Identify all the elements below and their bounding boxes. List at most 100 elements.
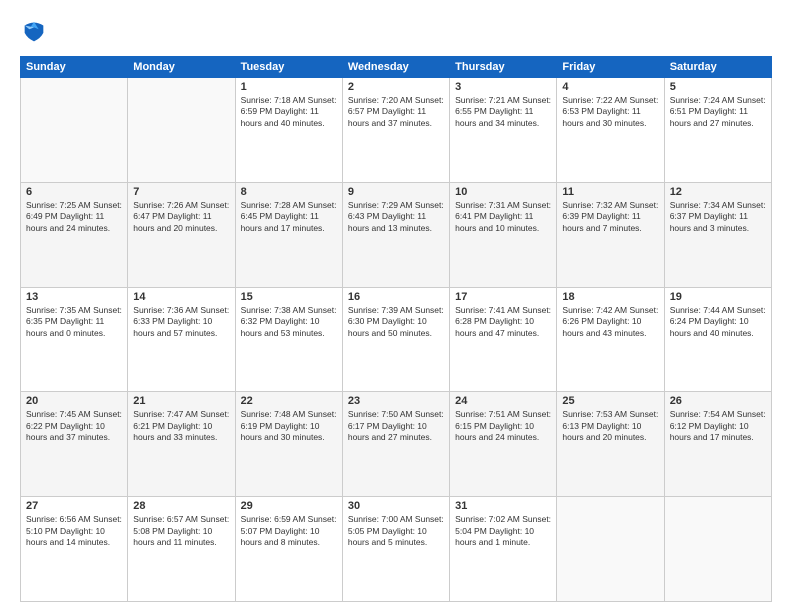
weekday-header-saturday: Saturday bbox=[664, 57, 771, 78]
calendar-week-5: 27 Sunrise: 6:56 AM Sunset: 5:10 PM Dayli… bbox=[21, 497, 772, 602]
day-info: Sunrise: 7:02 AM Sunset: 5:04 PM Dayligh… bbox=[455, 514, 551, 548]
day-number: 29 bbox=[241, 500, 337, 512]
calendar-cell: 8Sunrise: 7:28 AM Sunset: 6:45 PM Daylig… bbox=[235, 182, 342, 287]
calendar-cell: 15 Sunrise: 7:38 AM Sunset: 6:32 PM Dayli… bbox=[235, 287, 342, 392]
day-info: Sunrise: 7:36 AM Sunset: 6:33 PM Dayligh… bbox=[133, 305, 229, 339]
day-info: Sunrise: 7:24 AM Sunset: 6:51 PM Dayligh… bbox=[670, 95, 766, 129]
day-info: Sunrise: 7:54 AM Sunset: 6:12 PM Dayligh… bbox=[670, 409, 766, 443]
calendar-cell: 3Sunrise: 7:21 AM Sunset: 6:55 PM Daylig… bbox=[450, 78, 557, 183]
day-info: Sunrise: 7:25 AM Sunset: 6:49 PM Dayligh… bbox=[26, 200, 122, 234]
day-number: 10 bbox=[455, 186, 551, 198]
day-info: Sunrise: 7:53 AM Sunset: 6:13 PM Dayligh… bbox=[562, 409, 658, 443]
day-info: Sunrise: 7:48 AM Sunset: 6:19 PM Dayligh… bbox=[241, 409, 337, 443]
day-info: Sunrise: 7:26 AM Sunset: 6:47 PM Dayligh… bbox=[133, 200, 229, 234]
day-info: Sunrise: 7:22 AM Sunset: 6:53 PM Dayligh… bbox=[562, 95, 658, 129]
calendar-cell: 7 Sunrise: 7:26 AM Sunset: 6:47 PM Daylig… bbox=[128, 182, 235, 287]
day-info: Sunrise: 7:41 AM Sunset: 6:28 PM Dayligh… bbox=[455, 305, 551, 339]
calendar-cell: 30Sunrise: 7:00 AM Sunset: 5:05 PM Dayli… bbox=[342, 497, 449, 602]
calendar-cell: 4 Sunrise: 7:22 AM Sunset: 6:53 PM Daylig… bbox=[557, 78, 664, 183]
day-number: 15 bbox=[241, 291, 337, 303]
logo-icon bbox=[20, 18, 48, 46]
day-number: 11 bbox=[562, 186, 658, 198]
day-number: 5 bbox=[670, 81, 766, 93]
calendar-cell: 23 Sunrise: 7:50 AM Sunset: 6:17 PM Dayli… bbox=[342, 392, 449, 497]
day-number: 25 bbox=[562, 395, 658, 407]
calendar-cell: 5 Sunrise: 7:24 AM Sunset: 6:51 PM Daylig… bbox=[664, 78, 771, 183]
day-number: 3 bbox=[455, 81, 551, 93]
calendar-cell: 14 Sunrise: 7:36 AM Sunset: 6:33 PM Dayli… bbox=[128, 287, 235, 392]
day-info: Sunrise: 7:18 AM Sunset: 6:59 PM Dayligh… bbox=[241, 95, 337, 129]
day-number: 21 bbox=[133, 395, 229, 407]
calendar-cell: 19 Sunrise: 7:44 AM Sunset: 6:24 PM Dayli… bbox=[664, 287, 771, 392]
day-number: 4 bbox=[562, 81, 658, 93]
day-info: Sunrise: 7:51 AM Sunset: 6:15 PM Dayligh… bbox=[455, 409, 551, 443]
calendar-cell: 13Sunrise: 7:35 AM Sunset: 6:35 PM Dayli… bbox=[21, 287, 128, 392]
calendar-week-3: 13Sunrise: 7:35 AM Sunset: 6:35 PM Dayli… bbox=[21, 287, 772, 392]
day-number: 17 bbox=[455, 291, 551, 303]
calendar-cell bbox=[557, 497, 664, 602]
day-number: 13 bbox=[26, 291, 122, 303]
day-info: Sunrise: 6:59 AM Sunset: 5:07 PM Dayligh… bbox=[241, 514, 337, 548]
page: SundayMondayTuesdayWednesdayThursdayFrid… bbox=[0, 0, 792, 612]
day-info: Sunrise: 7:38 AM Sunset: 6:32 PM Dayligh… bbox=[241, 305, 337, 339]
day-info: Sunrise: 7:39 AM Sunset: 6:30 PM Dayligh… bbox=[348, 305, 444, 339]
day-info: Sunrise: 7:47 AM Sunset: 6:21 PM Dayligh… bbox=[133, 409, 229, 443]
day-number: 14 bbox=[133, 291, 229, 303]
calendar-cell bbox=[21, 78, 128, 183]
day-info: Sunrise: 7:20 AM Sunset: 6:57 PM Dayligh… bbox=[348, 95, 444, 129]
weekday-header-thursday: Thursday bbox=[450, 57, 557, 78]
day-info: Sunrise: 7:34 AM Sunset: 6:37 PM Dayligh… bbox=[670, 200, 766, 234]
day-info: Sunrise: 7:29 AM Sunset: 6:43 PM Dayligh… bbox=[348, 200, 444, 234]
day-number: 22 bbox=[241, 395, 337, 407]
day-number: 24 bbox=[455, 395, 551, 407]
day-info: Sunrise: 7:45 AM Sunset: 6:22 PM Dayligh… bbox=[26, 409, 122, 443]
calendar-cell: 1 Sunrise: 7:18 AM Sunset: 6:59 PM Daylig… bbox=[235, 78, 342, 183]
day-number: 18 bbox=[562, 291, 658, 303]
logo bbox=[20, 18, 52, 46]
weekday-header-monday: Monday bbox=[128, 57, 235, 78]
day-info: Sunrise: 7:50 AM Sunset: 6:17 PM Dayligh… bbox=[348, 409, 444, 443]
calendar-cell: 20 Sunrise: 7:45 AM Sunset: 6:22 PM Dayli… bbox=[21, 392, 128, 497]
day-info: Sunrise: 7:44 AM Sunset: 6:24 PM Dayligh… bbox=[670, 305, 766, 339]
calendar-cell: 29 Sunrise: 6:59 AM Sunset: 5:07 PM Dayli… bbox=[235, 497, 342, 602]
day-number: 2 bbox=[348, 81, 444, 93]
day-number: 7 bbox=[133, 186, 229, 198]
calendar-week-2: 6 Sunrise: 7:25 AM Sunset: 6:49 PM Daylig… bbox=[21, 182, 772, 287]
calendar-cell: 9Sunrise: 7:29 AM Sunset: 6:43 PM Daylig… bbox=[342, 182, 449, 287]
day-info: Sunrise: 7:28 AM Sunset: 6:45 PM Dayligh… bbox=[241, 200, 337, 234]
day-number: 1 bbox=[241, 81, 337, 93]
day-info: Sunrise: 6:57 AM Sunset: 5:08 PM Dayligh… bbox=[133, 514, 229, 548]
weekday-header-wednesday: Wednesday bbox=[342, 57, 449, 78]
calendar-cell: 22 Sunrise: 7:48 AM Sunset: 6:19 PM Dayli… bbox=[235, 392, 342, 497]
day-number: 16 bbox=[348, 291, 444, 303]
calendar-cell: 28 Sunrise: 6:57 AM Sunset: 5:08 PM Dayli… bbox=[128, 497, 235, 602]
day-number: 6 bbox=[26, 186, 122, 198]
calendar-cell: 6 Sunrise: 7:25 AM Sunset: 6:49 PM Daylig… bbox=[21, 182, 128, 287]
calendar-cell: 2 Sunrise: 7:20 AM Sunset: 6:57 PM Daylig… bbox=[342, 78, 449, 183]
day-number: 31 bbox=[455, 500, 551, 512]
header bbox=[20, 18, 772, 46]
calendar-cell: 18 Sunrise: 7:42 AM Sunset: 6:26 PM Dayli… bbox=[557, 287, 664, 392]
day-number: 20 bbox=[26, 395, 122, 407]
day-number: 27 bbox=[26, 500, 122, 512]
calendar-cell: 12 Sunrise: 7:34 AM Sunset: 6:37 PM Dayli… bbox=[664, 182, 771, 287]
calendar-cell: 10 Sunrise: 7:31 AM Sunset: 6:41 PM Dayli… bbox=[450, 182, 557, 287]
calendar-cell: 25 Sunrise: 7:53 AM Sunset: 6:13 PM Dayli… bbox=[557, 392, 664, 497]
day-info: Sunrise: 6:56 AM Sunset: 5:10 PM Dayligh… bbox=[26, 514, 122, 548]
day-info: Sunrise: 7:32 AM Sunset: 6:39 PM Dayligh… bbox=[562, 200, 658, 234]
calendar-week-4: 20 Sunrise: 7:45 AM Sunset: 6:22 PM Dayli… bbox=[21, 392, 772, 497]
weekday-header-sunday: Sunday bbox=[21, 57, 128, 78]
day-number: 28 bbox=[133, 500, 229, 512]
calendar-cell: 27 Sunrise: 6:56 AM Sunset: 5:10 PM Dayli… bbox=[21, 497, 128, 602]
calendar-cell: 17 Sunrise: 7:41 AM Sunset: 6:28 PM Dayli… bbox=[450, 287, 557, 392]
day-info: Sunrise: 7:42 AM Sunset: 6:26 PM Dayligh… bbox=[562, 305, 658, 339]
weekday-header-row: SundayMondayTuesdayWednesdayThursdayFrid… bbox=[21, 57, 772, 78]
day-number: 19 bbox=[670, 291, 766, 303]
calendar-cell bbox=[664, 497, 771, 602]
calendar-cell: 16 Sunrise: 7:39 AM Sunset: 6:30 PM Dayli… bbox=[342, 287, 449, 392]
calendar-cell: 24 Sunrise: 7:51 AM Sunset: 6:15 PM Dayli… bbox=[450, 392, 557, 497]
calendar-table: SundayMondayTuesdayWednesdayThursdayFrid… bbox=[20, 56, 772, 602]
day-number: 23 bbox=[348, 395, 444, 407]
day-info: Sunrise: 7:31 AM Sunset: 6:41 PM Dayligh… bbox=[455, 200, 551, 234]
day-number: 12 bbox=[670, 186, 766, 198]
